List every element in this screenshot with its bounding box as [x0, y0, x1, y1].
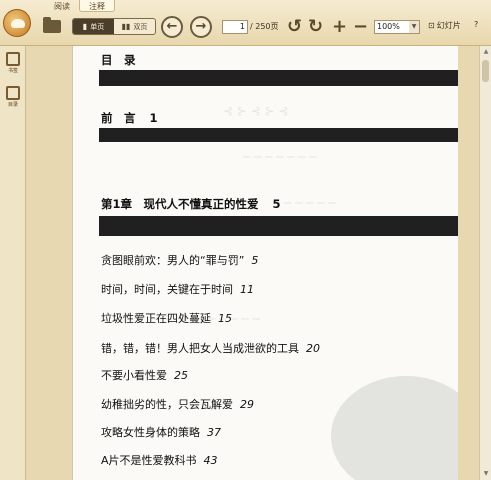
double-page-button[interactable]: ▮▮ 双页 [114, 19, 155, 34]
toc-chapter-page: 5 [272, 197, 281, 211]
slideshow-icon: ⊡ [428, 21, 435, 30]
sidebar-item-label: 目录 [7, 102, 18, 108]
toc-preface-page: 1 [149, 111, 158, 125]
slideshow-button[interactable]: ⊡ 幻灯片 [428, 20, 461, 31]
toc-preface-text: 前 言 [101, 111, 136, 125]
plus-icon: + [332, 16, 348, 37]
toc-entry[interactable]: 时间，时间，关键在于时间 11 [101, 281, 254, 297]
bleed-through-text: ⊰ ⊱ ⊰ ⊱ ⊰ [223, 104, 289, 118]
next-page-button[interactable]: → [190, 16, 212, 38]
toc-entry[interactable]: 贪图眼前欢：男人的“罪与罚” 5 [101, 252, 258, 268]
toc-chapter-text: 第1章 现代人不懂真正的性爱 [101, 197, 259, 211]
tab-annotate[interactable]: 注释 [79, 0, 115, 12]
rotate-right-icon[interactable]: ↻ [308, 16, 323, 38]
prev-page-button[interactable]: ← [161, 16, 183, 38]
sidebar-item-toc[interactable]: 目录 [2, 86, 24, 108]
toc-entry[interactable]: 垃圾性爱正在四处蔓延 15 [101, 310, 232, 326]
document-page: ⊰ ⊱ ⊰ ⊱ ⊰ ─ ─ ─ ─ ─ ─ ─ ─ ─ ─ ─ ─ ─ ─ ─ … [72, 46, 458, 480]
single-page-button[interactable]: ▮ 单页 [73, 19, 114, 34]
bleed-through-seal [331, 376, 458, 480]
toc-chapter-1[interactable]: 第1章 现代人不懂真正的性爱 5 [101, 196, 281, 212]
single-page-icon: ▮ [82, 22, 88, 31]
toc-title: 目 录 [101, 53, 136, 67]
zoom-in-button[interactable]: + [332, 16, 347, 38]
toolbar: 阅读 注释 ▮ 单页 ▮▮ 双页 ← → 1 / 250页 ↺ ↻ + − 10… [0, 0, 491, 46]
folder-icon [43, 16, 61, 33]
redaction-bar [99, 128, 458, 142]
open-file-button[interactable] [42, 16, 62, 34]
toc-entry[interactable]: A片不是性爱教科书 43 [101, 452, 218, 468]
vertical-scrollbar[interactable]: ▲ ▼ [479, 46, 491, 480]
bleed-through-text: ─ ─ ─ ─ ─ ─ [273, 196, 336, 210]
help-button[interactable]: ? [474, 20, 478, 29]
toc-preface[interactable]: 前 言 1 [101, 110, 158, 126]
view-mode-toggle: ▮ 单页 ▮▮ 双页 [72, 18, 156, 35]
zoom-out-button[interactable]: − [353, 16, 368, 38]
menu-tabs: 阅读 注释 [45, 0, 115, 12]
slideshow-label: 幻灯片 [436, 21, 461, 30]
document-viewport: ⊰ ⊱ ⊰ ⊱ ⊰ ─ ─ ─ ─ ─ ─ ─ ─ ─ ─ ─ ─ ─ ─ ─ … [27, 46, 479, 480]
arrow-right-icon: → [195, 19, 207, 34]
scroll-up-icon[interactable]: ▲ [481, 47, 491, 57]
scroll-thumb[interactable] [482, 60, 489, 82]
single-page-label: 单页 [90, 22, 105, 31]
toc-entry[interactable]: 幼稚拙劣的性，只会瓦解爱 29 [101, 396, 254, 412]
page-number-input[interactable]: 1 [222, 20, 248, 34]
page-total: / 250页 [250, 22, 279, 31]
toc-icon [6, 86, 20, 100]
bookmark-icon [6, 52, 20, 66]
double-page-label: 双页 [133, 22, 148, 31]
sidebar: 书签 目录 [0, 46, 26, 480]
scroll-down-icon[interactable]: ▼ [481, 469, 491, 479]
zoom-select[interactable]: 100% ▼ [374, 20, 420, 34]
bleed-through-text: ─ ─ ─ ─ ─ ─ ─ [243, 150, 317, 164]
arrow-left-icon: ← [166, 19, 178, 34]
redaction-bar [99, 216, 458, 236]
toc-entry[interactable]: 不要小看性爱 25 [101, 367, 188, 383]
app-logo[interactable] [3, 9, 31, 37]
chevron-down-icon: ▼ [409, 21, 419, 33]
zoom-value: 100% [377, 22, 400, 31]
double-page-icon: ▮▮ [121, 22, 131, 31]
toc-entry[interactable]: 错，错，错！男人把女人当成泄欲的工具 20 [101, 340, 320, 356]
sidebar-item-label: 书签 [7, 68, 18, 74]
tab-read[interactable]: 阅读 [45, 0, 79, 12]
redaction-bar [99, 70, 458, 86]
sidebar-item-bookmarks[interactable]: 书签 [2, 52, 24, 74]
rotate-left-icon[interactable]: ↺ [287, 16, 302, 38]
minus-icon: − [353, 16, 369, 37]
toc-entry[interactable]: 攻略女性身体的策略 37 [101, 424, 221, 440]
